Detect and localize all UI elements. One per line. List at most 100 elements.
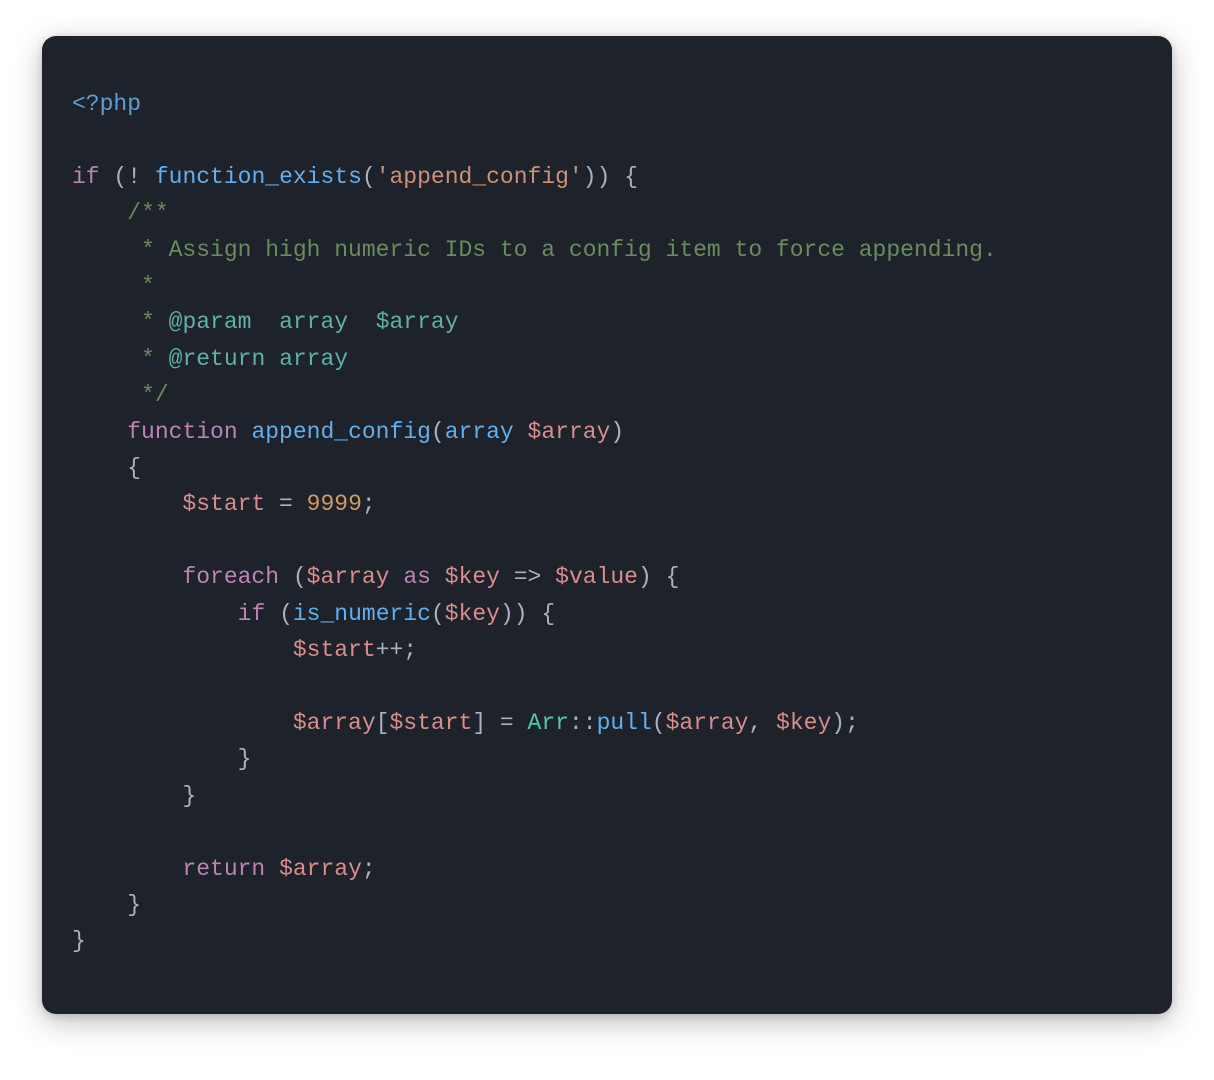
indent bbox=[72, 455, 127, 481]
fn-pull: pull bbox=[597, 710, 652, 736]
type-array: array bbox=[445, 419, 514, 445]
brace-open: { bbox=[666, 564, 680, 590]
paren-open: ( bbox=[113, 164, 127, 190]
doc-desc: Assign high numeric IDs to a config item… bbox=[155, 237, 997, 263]
space bbox=[431, 564, 445, 590]
indent bbox=[72, 601, 238, 627]
doc-open: /** bbox=[127, 200, 168, 226]
kw-foreach: foreach bbox=[182, 564, 279, 590]
brace-close: } bbox=[72, 928, 86, 954]
semi: ; bbox=[845, 710, 859, 736]
var-key: $key bbox=[776, 710, 831, 736]
space bbox=[265, 856, 279, 882]
doc-type-array: array bbox=[279, 346, 348, 372]
kw-return: return bbox=[182, 856, 265, 882]
doc-var-array: $array bbox=[376, 309, 459, 335]
space bbox=[390, 564, 404, 590]
paren-open: ( bbox=[431, 419, 445, 445]
kw-if: if bbox=[238, 601, 266, 627]
semi: ; bbox=[403, 637, 417, 663]
indent bbox=[72, 419, 127, 445]
space bbox=[238, 419, 252, 445]
var-key: $key bbox=[445, 564, 500, 590]
var-start: $start bbox=[389, 710, 472, 736]
doc-star: * bbox=[127, 309, 155, 335]
str-append-config: 'append_config' bbox=[376, 164, 583, 190]
paren-open: ( bbox=[431, 601, 445, 627]
var-value: $value bbox=[555, 564, 638, 590]
php-open-tag: <?php bbox=[72, 91, 141, 117]
op-eq: = bbox=[486, 710, 527, 736]
space bbox=[265, 346, 279, 372]
paren-close: ) bbox=[514, 601, 528, 627]
doc-star: * bbox=[127, 237, 155, 263]
kw-function: function bbox=[127, 419, 237, 445]
indent bbox=[72, 491, 182, 517]
doc-star: * bbox=[127, 273, 155, 299]
paren-open: ( bbox=[293, 564, 307, 590]
semi: ; bbox=[362, 491, 376, 517]
fn-append-config: append_config bbox=[251, 419, 430, 445]
var-array: $array bbox=[666, 710, 749, 736]
indent bbox=[72, 746, 238, 772]
space bbox=[155, 309, 169, 335]
indent bbox=[72, 783, 182, 809]
space bbox=[348, 309, 376, 335]
brace-close: } bbox=[182, 783, 196, 809]
space bbox=[155, 346, 169, 372]
kw-if: if bbox=[72, 164, 100, 190]
brace-open: { bbox=[127, 455, 141, 481]
indent bbox=[72, 237, 127, 263]
op-pp: ++ bbox=[376, 637, 404, 663]
brace-close: } bbox=[127, 892, 141, 918]
semi: ; bbox=[362, 856, 376, 882]
bracket-close: ] bbox=[472, 710, 486, 736]
paren-close: ) bbox=[500, 601, 514, 627]
indent bbox=[72, 856, 182, 882]
bracket-open: [ bbox=[376, 710, 390, 736]
op-scope: :: bbox=[569, 710, 597, 736]
indent bbox=[72, 309, 127, 335]
brace-open: { bbox=[541, 601, 555, 627]
op-eq: = bbox=[265, 491, 306, 517]
var-start: $start bbox=[182, 491, 265, 517]
var-array: $array bbox=[293, 710, 376, 736]
fn-exists: function_exists bbox=[155, 164, 362, 190]
paren-close: ) bbox=[610, 419, 624, 445]
paren-close: ) bbox=[597, 164, 611, 190]
indent bbox=[72, 710, 293, 736]
op-arrow: => bbox=[500, 564, 555, 590]
doc-param-tag: @param bbox=[169, 309, 252, 335]
indent bbox=[72, 273, 127, 299]
brace-open: { bbox=[624, 164, 638, 190]
doc-close: */ bbox=[127, 382, 168, 408]
kw-as: as bbox=[403, 564, 431, 590]
indent bbox=[72, 892, 127, 918]
space bbox=[528, 601, 542, 627]
brace-close: } bbox=[238, 746, 252, 772]
doc-return-tag: @return bbox=[169, 346, 266, 372]
space bbox=[610, 164, 624, 190]
paren-close: ) bbox=[831, 710, 845, 736]
space bbox=[251, 309, 279, 335]
indent bbox=[72, 382, 127, 408]
space bbox=[100, 164, 114, 190]
space bbox=[652, 564, 666, 590]
comma: , bbox=[748, 710, 776, 736]
paren-close: ) bbox=[583, 164, 597, 190]
fn-is-numeric: is_numeric bbox=[293, 601, 431, 627]
paren-open: ( bbox=[279, 601, 293, 627]
indent bbox=[72, 346, 127, 372]
indent bbox=[72, 637, 293, 663]
var-array: $array bbox=[279, 856, 362, 882]
var-key: $key bbox=[445, 601, 500, 627]
indent bbox=[72, 564, 182, 590]
space bbox=[514, 419, 528, 445]
var-start: $start bbox=[293, 637, 376, 663]
var-array: $array bbox=[528, 419, 611, 445]
space bbox=[265, 601, 279, 627]
paren-open: ( bbox=[362, 164, 376, 190]
doc-type-array: array bbox=[279, 309, 348, 335]
var-array: $array bbox=[307, 564, 390, 590]
space bbox=[279, 564, 293, 590]
